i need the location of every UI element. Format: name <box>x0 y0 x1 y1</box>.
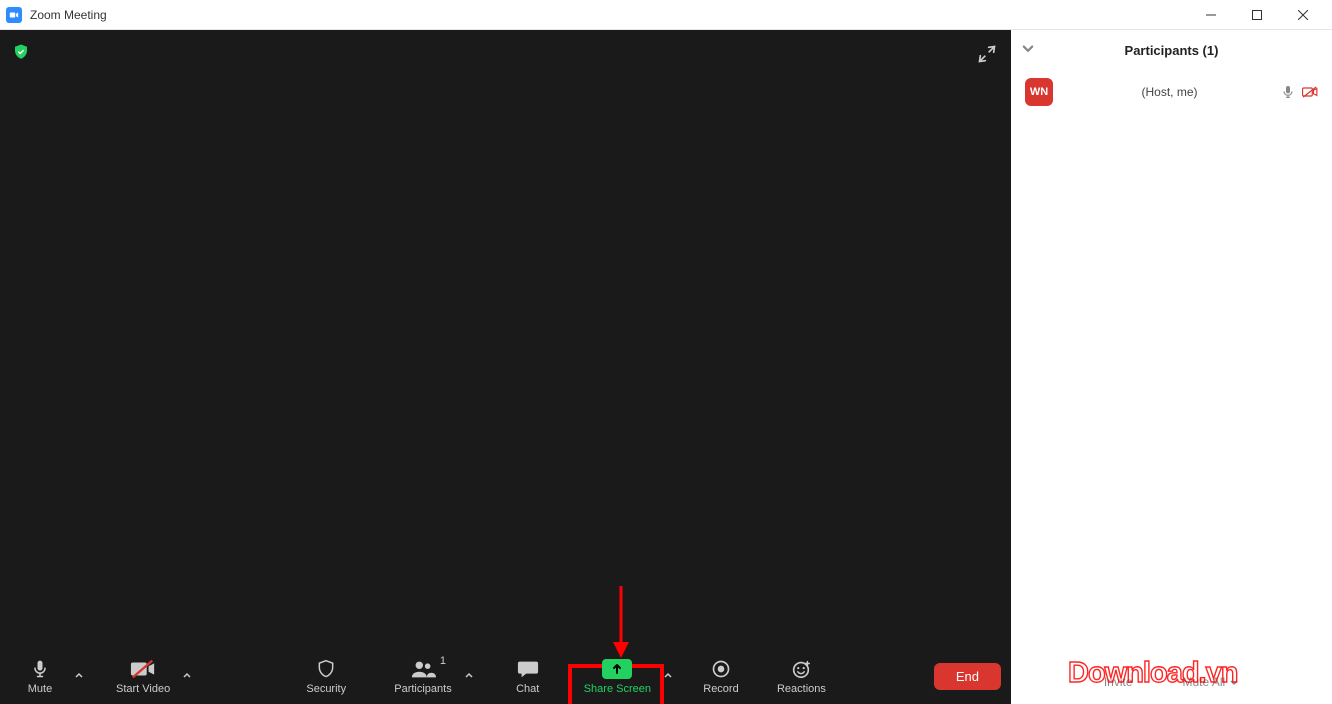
chat-button[interactable]: Chat <box>498 653 558 699</box>
maximize-button[interactable] <box>1234 0 1280 30</box>
microphone-icon <box>30 657 50 681</box>
chevron-down-icon <box>1229 677 1239 687</box>
participants-button[interactable]: 1 Participants <box>386 653 459 699</box>
security-button[interactable]: Security <box>296 653 356 699</box>
security-label: Security <box>306 683 346 695</box>
collapse-chevron-icon[interactable] <box>1021 41 1035 60</box>
close-button[interactable] <box>1280 0 1326 30</box>
avatar: WN <box>1025 78 1053 106</box>
video-off-icon <box>130 657 156 681</box>
window-controls <box>1188 0 1326 30</box>
participants-count-badge: 1 <box>440 655 446 667</box>
participants-panel: Participants (1) WN (Host, me) Invite Mu… <box>1011 30 1332 704</box>
mic-status-icon <box>1280 84 1296 100</box>
security-shield-icon[interactable] <box>12 42 30 62</box>
video-options-chevron[interactable] <box>178 671 196 681</box>
share-screen-icon <box>602 657 632 681</box>
panel-header: Participants (1) <box>1011 30 1332 70</box>
titlebar: Zoom Meeting <box>0 0 1332 30</box>
participants-icon: 1 <box>410 657 436 681</box>
panel-footer: Invite Mute All <box>1011 660 1332 704</box>
mute-all-button[interactable]: Mute All <box>1183 675 1240 689</box>
share-options-chevron[interactable] <box>659 671 677 681</box>
chat-label: Chat <box>516 683 539 695</box>
participant-row[interactable]: WN (Host, me) <box>1011 70 1332 114</box>
participants-options-chevron[interactable] <box>460 671 478 681</box>
minimize-button[interactable] <box>1188 0 1234 30</box>
participant-role-label: (Host, me) <box>1065 85 1274 99</box>
reactions-icon <box>790 657 812 681</box>
meeting-toolbar: Mute Start Video Security <box>0 648 1011 704</box>
fullscreen-icon[interactable] <box>977 44 997 64</box>
reactions-label: Reactions <box>777 683 826 695</box>
reactions-button[interactable]: Reactions <box>769 653 834 699</box>
video-status-off-icon <box>1302 84 1318 100</box>
share-screen-label: Share Screen <box>584 683 651 695</box>
mute-options-chevron[interactable] <box>70 671 88 681</box>
shield-icon <box>316 657 336 681</box>
mute-button[interactable]: Mute <box>10 653 70 699</box>
start-video-label: Start Video <box>116 683 170 695</box>
chat-icon <box>517 657 539 681</box>
mute-label: Mute <box>28 683 52 695</box>
panel-title: Participants (1) <box>1125 43 1219 58</box>
record-label: Record <box>703 683 738 695</box>
zoom-app-icon <box>6 7 22 23</box>
start-video-button[interactable]: Start Video <box>108 653 178 699</box>
record-button[interactable]: Record <box>691 653 751 699</box>
window-title: Zoom Meeting <box>30 8 107 22</box>
end-button[interactable]: End <box>934 663 1001 690</box>
participants-label: Participants <box>394 683 451 695</box>
video-area: Mute Start Video Security <box>0 30 1011 704</box>
invite-button[interactable]: Invite <box>1104 675 1133 689</box>
record-icon <box>711 657 731 681</box>
share-screen-button[interactable]: Share Screen <box>576 653 659 699</box>
